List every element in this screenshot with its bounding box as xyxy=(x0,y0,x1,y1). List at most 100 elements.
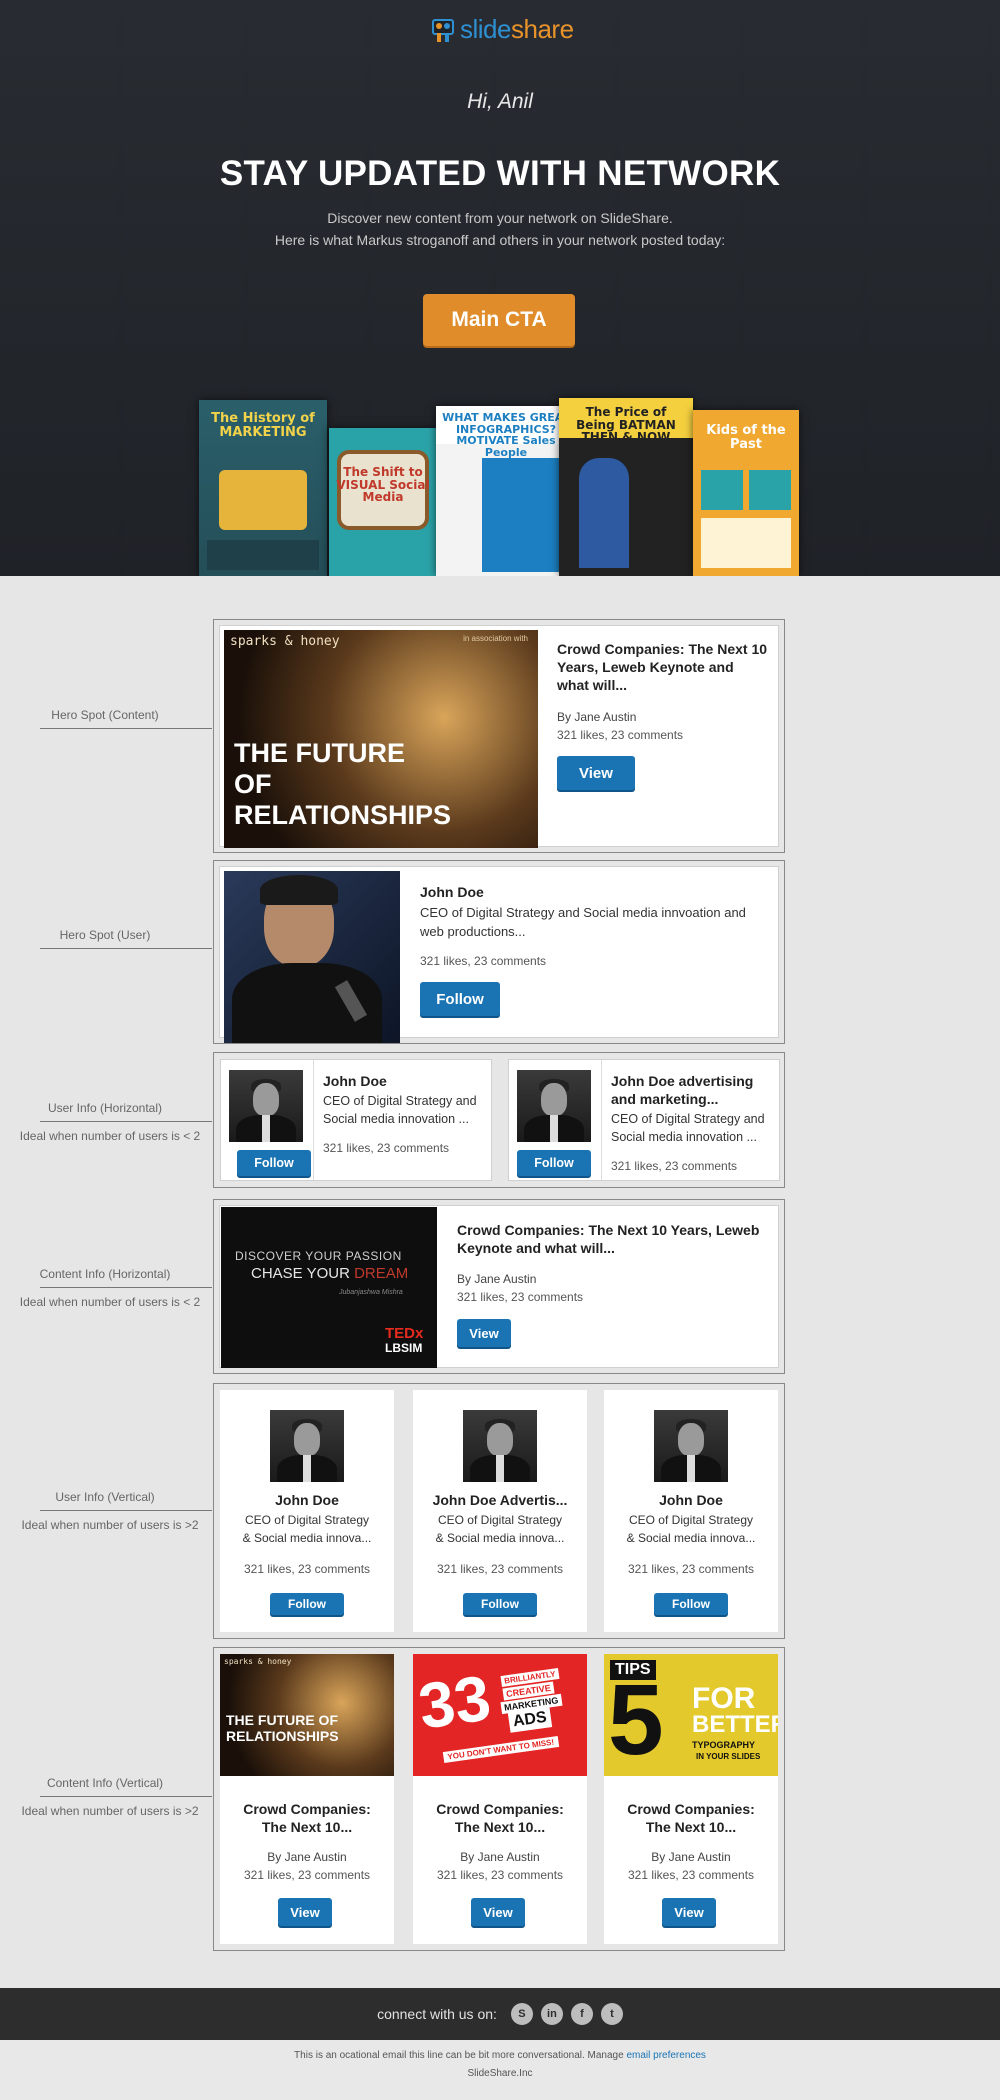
label-line xyxy=(40,1510,212,1511)
user-photo[interactable] xyxy=(224,871,400,1043)
user-horizontal-item: John Doe CEO of Digital Strategy and Soc… xyxy=(220,1059,492,1182)
card-inner: John Doe CEO of Digital Strategy and Soc… xyxy=(219,866,779,1043)
content-title[interactable]: Crowd Companies: The Next 10 Years, Lewe… xyxy=(557,640,769,694)
content-title-line2[interactable]: The Next 10... xyxy=(220,1818,394,1836)
label-line xyxy=(40,1121,212,1122)
content-vertical-card: sparks & honey THE FUTURE OF RELATIONSHI… xyxy=(213,1647,785,1951)
follow-button[interactable]: Follow xyxy=(463,1593,537,1615)
thumb-word1: FOR xyxy=(692,1682,756,1715)
user-stats: 321 likes, 23 comments xyxy=(627,1562,755,1576)
thumb-number: 33 xyxy=(414,1661,495,1743)
content-title-line1[interactable]: Crowd Companies: xyxy=(604,1800,778,1818)
section-note: Ideal when number of users is < 2 xyxy=(19,1295,201,1309)
twitter-icon[interactable]: t xyxy=(600,2003,623,2025)
slideshare-icon[interactable]: S xyxy=(510,2003,533,2025)
user-name[interactable]: John Doe xyxy=(220,1491,394,1509)
divider xyxy=(313,1060,314,1182)
avatar[interactable] xyxy=(654,1410,728,1482)
book-cover-batman[interactable]: The Price of Being BATMAN THEN & NOW 201… xyxy=(559,398,693,576)
thumb-line1: DISCOVER YOUR PASSION xyxy=(235,1249,402,1263)
hero-subtext-line1: Discover new content from your network o… xyxy=(327,210,673,226)
view-button[interactable]: View xyxy=(457,1319,511,1347)
user-description: CEO of Digital Strategy and Social media… xyxy=(323,1094,477,1126)
label-line xyxy=(40,948,212,949)
content-author: By Jane Austin xyxy=(651,1850,731,1864)
book-cover-marketing[interactable]: The History of MARKETING xyxy=(199,400,327,576)
hero-content-card: sparks & honey in association with THE F… xyxy=(213,619,785,853)
thumb-word3: TYPOGRAPHY xyxy=(692,1740,756,1750)
legal-text: This is an ocational email this line can… xyxy=(0,2050,1000,2061)
content-stats: 321 likes, 23 comments xyxy=(436,1868,564,1882)
section-note: Ideal when number of users is < 2 xyxy=(19,1129,201,1143)
follow-button[interactable]: Follow xyxy=(237,1150,311,1176)
book-cover-kids-past[interactable]: Kids of the Past xyxy=(693,410,799,576)
slideshare-logo[interactable]: slideshare xyxy=(432,14,574,45)
user-description-line2: & Social media innova... xyxy=(435,1531,565,1545)
section-label: Content Info (Horizontal) xyxy=(39,1267,171,1281)
content-stats: 321 likes, 23 comments xyxy=(557,728,684,742)
content-title-line2[interactable]: The Next 10... xyxy=(413,1818,587,1836)
footer-social-bar: connect with us on: S in f t xyxy=(0,1988,1000,2040)
thumb-author: Jubanjashwa Mishra xyxy=(339,1289,403,1296)
avatar[interactable] xyxy=(270,1410,344,1482)
user-name[interactable]: John Doe xyxy=(323,1072,483,1090)
view-button[interactable]: View xyxy=(278,1898,332,1926)
content-thumbnail[interactable]: DISCOVER YOUR PASSION CHASE YOUR DREAM J… xyxy=(221,1207,437,1368)
user-description-line1: CEO of Digital Strategy xyxy=(628,1513,754,1527)
user-name[interactable]: John Doe xyxy=(420,883,484,901)
email-preferences-link[interactable]: email preferences xyxy=(626,2050,705,2061)
content-thumbnail[interactable]: TIPS 5 FOR BETTER TYPOGRAPHY IN YOUR SLI… xyxy=(604,1654,778,1776)
book-title: WHAT MAKES GREAT INFOGRAPHICS? MOTIVATE … xyxy=(442,411,570,459)
book-cover-infographics[interactable]: WHAT MAKES GREAT INFOGRAPHICS? MOTIVATE … xyxy=(436,406,576,576)
avatar[interactable] xyxy=(463,1410,537,1482)
linkedin-icon[interactable]: in xyxy=(540,2003,563,2025)
main-cta-button[interactable]: Main CTA xyxy=(423,294,575,346)
section-label: Content Info (Vertical) xyxy=(46,1776,164,1790)
legal-copy: This is an ocational email this line can… xyxy=(294,2050,624,2061)
content-thumbnail[interactable]: sparks & honey THE FUTURE OF RELATIONSHI… xyxy=(220,1654,394,1776)
content-vertical-item: TIPS 5 FOR BETTER TYPOGRAPHY IN YOUR SLI… xyxy=(604,1654,778,1944)
content-title[interactable]: Crowd Companies: The Next 10 Years, Lewe… xyxy=(457,1221,767,1257)
thumb-word5: YOU DON'T WANT TO MISS! xyxy=(442,1736,559,1763)
thumb-brand: sparks & honey xyxy=(224,1657,292,1666)
content-horizontal-card: DISCOVER YOUR PASSION CHASE YOUR DREAM J… xyxy=(213,1199,785,1374)
company-name: SlideShare.Inc xyxy=(467,2068,533,2079)
thumb-brand: sparks & honey xyxy=(230,634,340,649)
user-description-line1: CEO of Digital Strategy xyxy=(437,1513,563,1527)
user-name[interactable]: John Doe Advertis... xyxy=(413,1491,587,1509)
card-inner: sparks & honey in association with THE F… xyxy=(219,625,779,848)
content-title-line2[interactable]: The Next 10... xyxy=(604,1818,778,1836)
thumb-word4: ADS xyxy=(507,1707,552,1733)
content-author: By Jane Austin xyxy=(460,1850,540,1864)
hero-subtext-line2: Here is what Markus stroganoff and other… xyxy=(274,232,726,248)
view-button[interactable]: View xyxy=(557,756,635,790)
follow-button[interactable]: Follow xyxy=(270,1593,344,1615)
avatar[interactable] xyxy=(517,1070,591,1142)
thumb-brand2: LBSIM xyxy=(385,1341,423,1355)
thumb-headline: THE FUTURE OF RELATIONSHIPS xyxy=(234,738,452,830)
view-button[interactable]: View xyxy=(662,1898,716,1926)
view-button[interactable]: View xyxy=(471,1898,525,1926)
book-cover-visual-social[interactable]: The Shift to VISUAL Social Media xyxy=(329,428,437,576)
user-vertical-card: John Doe CEO of Digital Strategy & Socia… xyxy=(213,1383,785,1639)
user-stats: 321 likes, 23 comments xyxy=(323,1141,450,1155)
follow-button[interactable]: Follow xyxy=(517,1150,591,1176)
content-title-line1[interactable]: Crowd Companies: xyxy=(220,1800,394,1818)
avatar[interactable] xyxy=(229,1070,303,1142)
content-title-line1[interactable]: Crowd Companies: xyxy=(413,1800,587,1818)
user-name[interactable]: John Doe xyxy=(604,1491,778,1509)
user-description-line2: & Social media innova... xyxy=(626,1531,756,1545)
content-author: By Jane Austin xyxy=(457,1272,537,1286)
content-thumbnail[interactable]: sparks & honey in association with THE F… xyxy=(224,630,538,848)
thumb-line2: CHASE YOUR DREAM xyxy=(251,1265,409,1282)
user-name[interactable]: John Doe advertising and marketing... xyxy=(611,1072,771,1108)
label-line xyxy=(40,1287,212,1288)
content-stats: 321 likes, 23 comments xyxy=(627,1868,755,1882)
follow-button[interactable]: Follow xyxy=(420,982,500,1016)
content-thumbnail[interactable]: 33 BRILLIANTLY CREATIVE MARKETING ADS YO… xyxy=(413,1654,587,1776)
book-title: The Price of Being BATMAN THEN & NOW 201… xyxy=(576,405,676,457)
headline: STAY UPDATED WITH NETWORK xyxy=(219,154,781,193)
facebook-icon[interactable]: f xyxy=(570,2003,593,2025)
section-label: User Info (Horizontal) xyxy=(47,1101,163,1115)
follow-button[interactable]: Follow xyxy=(654,1593,728,1615)
